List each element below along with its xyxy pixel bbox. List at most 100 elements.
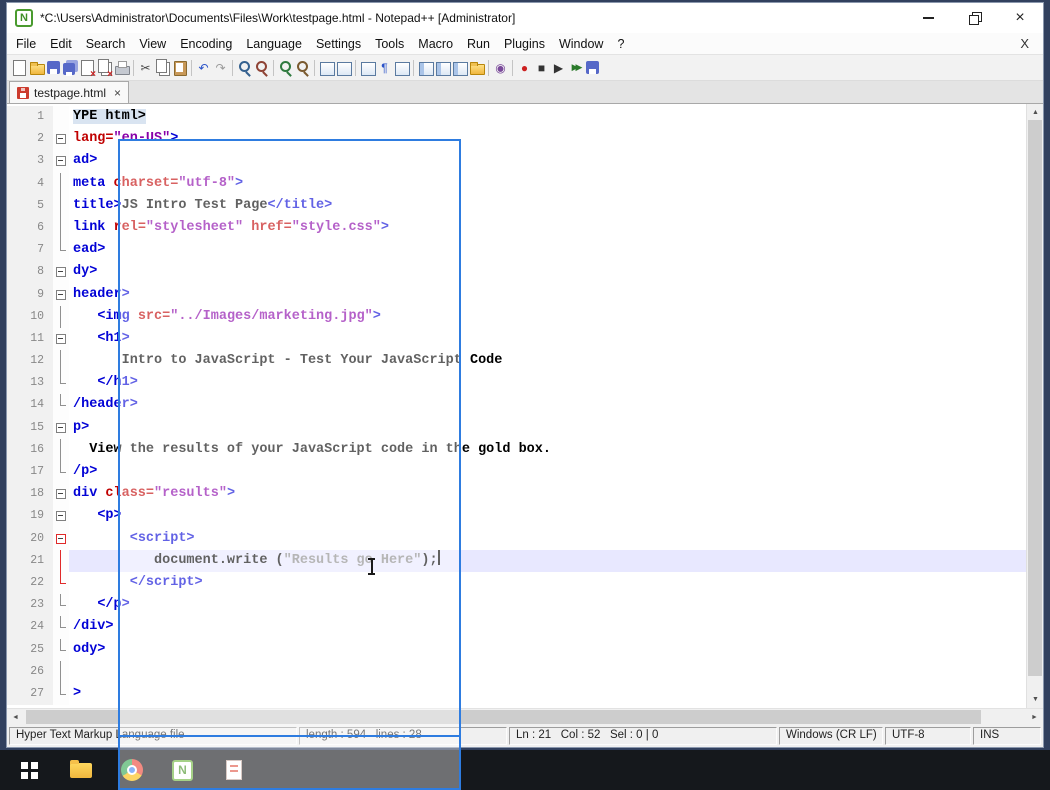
- code-text[interactable]: lang="en-US">: [69, 128, 1026, 150]
- function-list-icon[interactable]: [417, 57, 434, 79]
- minimize-button[interactable]: [905, 3, 951, 33]
- code-text[interactable]: <script>: [69, 528, 1026, 550]
- tab-close-icon[interactable]: ×: [114, 86, 121, 100]
- menu-item-window[interactable]: Window: [552, 33, 610, 55]
- code-text[interactable]: </p>: [69, 594, 1026, 616]
- code-line-7[interactable]: 7 ead>: [7, 239, 1026, 262]
- scroll-down-arrow-icon[interactable]: ▼: [1027, 691, 1043, 708]
- code-line-14[interactable]: 14/header>: [7, 394, 1026, 417]
- code-text[interactable]: ead>: [69, 239, 1026, 261]
- replace-icon[interactable]: [253, 57, 270, 79]
- menu-item-?[interactable]: ?: [610, 33, 631, 55]
- code-text[interactable]: View the results of your JavaScript code…: [69, 439, 1026, 461]
- code-text[interactable]: p>: [69, 417, 1026, 439]
- code-text[interactable]: link rel="stylesheet" href="style.css">: [69, 217, 1026, 239]
- code-text[interactable]: [69, 661, 1026, 683]
- record-macro-icon[interactable]: ●: [516, 57, 533, 79]
- code-line-5[interactable]: 5 title>JS Intro Test Page</title>: [7, 194, 1026, 218]
- undo-icon[interactable]: ↶: [195, 57, 212, 79]
- status-insert-mode[interactable]: INS: [973, 727, 1041, 745]
- menu-item-search[interactable]: Search: [79, 33, 133, 55]
- code-text[interactable]: Intro to JavaScript - Test Your JavaScri…: [69, 350, 1026, 372]
- taskbar-notepad-plus-plus[interactable]: [157, 750, 208, 790]
- word-wrap-icon[interactable]: [359, 57, 376, 79]
- code-line-23[interactable]: 23 </p>: [7, 594, 1026, 617]
- print-icon[interactable]: [113, 57, 130, 79]
- fold-toggle-icon[interactable]: [53, 128, 69, 151]
- code-text[interactable]: ody>: [69, 639, 1026, 661]
- code-text[interactable]: /div>: [69, 616, 1026, 638]
- menu-item-edit[interactable]: Edit: [43, 33, 79, 55]
- code-line-17[interactable]: 17/p>: [7, 461, 1026, 484]
- code-line-13[interactable]: 13 </h1>: [7, 372, 1026, 395]
- sync-horizontal-scroll-icon[interactable]: [335, 57, 352, 79]
- code-line-3[interactable]: 3 ad>: [7, 150, 1026, 173]
- save-macro-icon[interactable]: [584, 57, 601, 79]
- code-text[interactable]: div class="results">: [69, 483, 1026, 505]
- taskbar-start-button[interactable]: [4, 750, 55, 790]
- code-line-2[interactable]: 2 lang="en-US">: [7, 128, 1026, 151]
- indent-guide-icon[interactable]: [393, 57, 410, 79]
- paste-icon[interactable]: [171, 57, 188, 79]
- fold-toggle-icon[interactable]: [53, 527, 69, 550]
- code-text[interactable]: title>JS Intro Test Page</title>: [69, 195, 1026, 217]
- vertical-scrollbar[interactable]: ▲ ▼: [1026, 104, 1043, 708]
- document-map-icon[interactable]: [434, 57, 451, 79]
- menu-item-tools[interactable]: Tools: [368, 33, 411, 55]
- fold-toggle-icon[interactable]: [53, 283, 69, 306]
- close-all-icon[interactable]: [96, 57, 113, 80]
- cut-icon[interactable]: ✂: [137, 57, 154, 79]
- code-text[interactable]: </h1>: [69, 372, 1026, 394]
- fold-toggle-icon[interactable]: [53, 505, 69, 528]
- taskbar-file-explorer[interactable]: [55, 750, 106, 790]
- menu-item-macro[interactable]: Macro: [411, 33, 460, 55]
- code-text[interactable]: <img src="../Images/marketing.jpg">: [69, 306, 1026, 328]
- code-text[interactable]: /p>: [69, 461, 1026, 483]
- zoom-in-icon[interactable]: [277, 57, 294, 79]
- status-encoding[interactable]: UTF-8: [885, 727, 971, 745]
- taskbar-chrome-browser[interactable]: [106, 750, 157, 790]
- save-icon[interactable]: [45, 57, 62, 79]
- code-text[interactable]: <p>: [69, 505, 1026, 527]
- fold-toggle-icon[interactable]: [53, 327, 69, 351]
- status-eol-format[interactable]: Windows (CR LF): [779, 727, 883, 745]
- vertical-scroll-thumb[interactable]: [1028, 120, 1042, 676]
- code-text[interactable]: </script>: [69, 572, 1026, 594]
- code-text[interactable]: /header>: [69, 394, 1026, 416]
- code-line-22[interactable]: 22 </script>: [7, 571, 1026, 595]
- fold-toggle-icon[interactable]: [53, 261, 69, 284]
- fold-toggle-icon[interactable]: [53, 483, 69, 506]
- close-icon[interactable]: [79, 57, 96, 80]
- menu-item-run[interactable]: Run: [460, 33, 497, 55]
- code-text[interactable]: dy>: [69, 261, 1026, 283]
- new-file-icon[interactable]: [11, 57, 28, 79]
- code-line-21[interactable]: 21 document.write ("Results go Here");: [7, 549, 1026, 573]
- code-line-8[interactable]: 8 dy>: [7, 261, 1026, 284]
- code-text[interactable]: YPE html>: [69, 106, 1026, 128]
- mdi-close-button[interactable]: X: [1006, 36, 1043, 51]
- scroll-right-arrow-icon[interactable]: ►: [1026, 709, 1043, 726]
- code-text[interactable]: <h1>: [69, 328, 1026, 350]
- horizontal-scrollbar[interactable]: ◄ ►: [7, 708, 1043, 725]
- code-line-12[interactable]: 12 Intro to JavaScript - Test Your JavaS…: [7, 350, 1026, 373]
- scroll-up-arrow-icon[interactable]: ▲: [1027, 104, 1043, 121]
- find-icon[interactable]: [236, 57, 253, 79]
- menu-item-plugins[interactable]: Plugins: [497, 33, 552, 55]
- fold-toggle-icon[interactable]: [53, 150, 69, 173]
- menu-item-encoding[interactable]: Encoding: [173, 33, 239, 55]
- save-all-icon[interactable]: [62, 57, 79, 79]
- redo-icon[interactable]: ↷: [212, 57, 229, 79]
- code-line-10[interactable]: 10 <img src="../Images/marketing.jpg">: [7, 305, 1026, 329]
- horizontal-scroll-thumb[interactable]: [26, 710, 981, 724]
- code-line-19[interactable]: 19 <p>: [7, 505, 1026, 528]
- code-line-18[interactable]: 18 div class="results">: [7, 483, 1026, 506]
- scroll-left-arrow-icon[interactable]: ◄: [7, 709, 24, 726]
- zoom-out-icon[interactable]: [294, 57, 311, 79]
- code-line-27[interactable]: 27 >: [7, 682, 1026, 706]
- code-text[interactable]: header>: [69, 284, 1026, 306]
- code-line-4[interactable]: 4 meta charset="utf-8">: [7, 172, 1026, 195]
- code-line-6[interactable]: 6 link rel="stylesheet" href="style.css">: [7, 216, 1026, 240]
- file-monitoring-icon[interactable]: ◉: [492, 57, 509, 79]
- menu-item-language[interactable]: Language: [239, 33, 309, 55]
- code-line-20[interactable]: 20 <script>: [7, 527, 1026, 550]
